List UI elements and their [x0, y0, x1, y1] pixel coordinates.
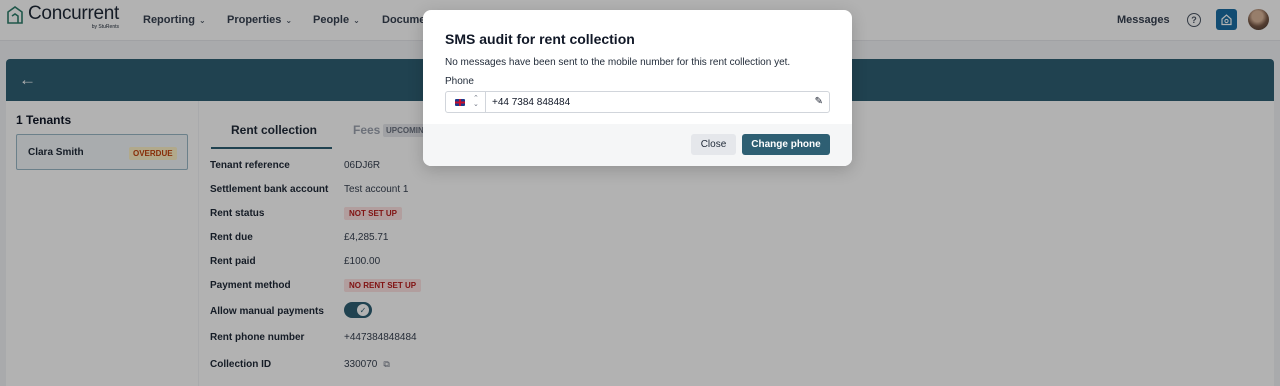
sms-audit-dialog: SMS audit for rent collection No message…: [423, 10, 852, 166]
dialog-footer: Close Change phone: [423, 124, 852, 166]
dialog-title: SMS audit for rent collection: [445, 31, 635, 47]
change-phone-button[interactable]: Change phone: [742, 134, 830, 155]
pencil-icon[interactable]: ✎: [815, 96, 823, 107]
phone-label: Phone: [445, 76, 474, 87]
close-button[interactable]: Close: [691, 134, 736, 155]
phone-input[interactable]: +44 7384 848484: [492, 97, 570, 108]
dialog-message: No messages have been sent to the mobile…: [445, 57, 791, 68]
country-select[interactable]: ⌃ ⌄: [446, 92, 486, 112]
phone-field[interactable]: ⌃ ⌄ +44 7384 848484 ✎: [445, 91, 830, 113]
chevron-updown-icon: ⌃ ⌄: [473, 95, 479, 108]
uk-flag-icon: [455, 98, 465, 106]
